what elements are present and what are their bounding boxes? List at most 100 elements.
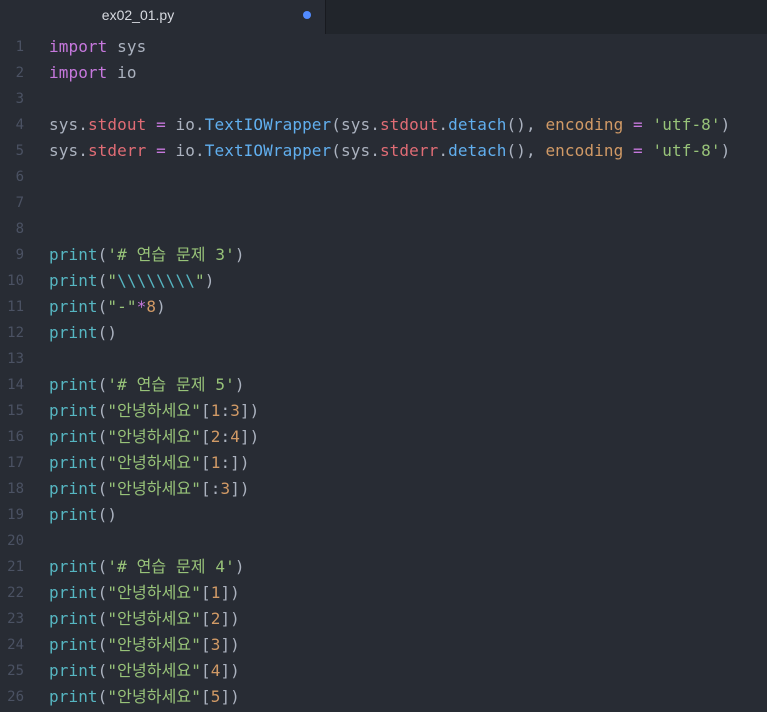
code-token: "안녕하세요": [107, 661, 201, 680]
code-token: [: [200, 661, 211, 680]
code-token: (),: [506, 115, 546, 134]
code-token: encoding: [545, 115, 624, 134]
code-editor[interactable]: 1 import sys 2 import io 3 4 sys.stdout = io.T…: [0, 34, 767, 712]
code-text: print("-"*8): [49, 294, 166, 320]
code-token: (: [97, 635, 108, 654]
code-line[interactable]: 9 print('# 연습 문제 3'): [0, 242, 767, 268]
line-number: 6: [15, 169, 24, 185]
code-text: print('# 연습 문제 4'): [49, 554, 245, 580]
code-token: [: [200, 583, 211, 602]
code-token: 1: [210, 401, 221, 420]
code-text: import sys: [49, 34, 146, 60]
code-line[interactable]: 17 print("안녕하세요"[1:]): [0, 450, 767, 476]
tab-ex02-01[interactable]: ex02_01.py: [0, 0, 326, 34]
code-token: "-": [107, 297, 137, 316]
code-token: (: [97, 687, 108, 706]
code-token: '# 연습 문제 5': [107, 375, 235, 394]
code-line[interactable]: 7: [0, 190, 767, 216]
code-token: print: [49, 635, 98, 654]
code-text: print("안녕하세요"[2:4]): [49, 424, 259, 450]
code-token: "안녕하세요": [107, 583, 201, 602]
code-text: print("안녕하세요"[:3]): [49, 476, 250, 502]
code-token: print: [49, 375, 98, 394]
line-number: 24: [7, 637, 24, 653]
editor-window: ex02_01.py 1 import sys 2 import io 3 4 sys.st…: [0, 0, 767, 712]
unsaved-indicator-icon[interactable]: [303, 11, 311, 19]
code-token: (: [97, 479, 108, 498]
line-number: 23: [7, 611, 24, 627]
code-line[interactable]: 20: [0, 528, 767, 554]
code-token: 2: [210, 609, 221, 628]
code-line[interactable]: 13: [0, 346, 767, 372]
code-token: TextIOWrapper: [204, 141, 332, 160]
code-token: print: [49, 609, 98, 628]
code-token: (: [97, 245, 108, 264]
code-line[interactable]: 18 print("안녕하세요"[:3]): [0, 476, 767, 502]
code-token: =: [156, 115, 166, 134]
code-token: print: [49, 583, 98, 602]
code-token: ]): [220, 583, 240, 602]
line-number: 3: [15, 91, 24, 107]
code-line[interactable]: 23 print("안녕하세요"[2]): [0, 606, 767, 632]
code-line[interactable]: 14 print('# 연습 문제 5'): [0, 372, 767, 398]
code-line[interactable]: 12 print(): [0, 320, 767, 346]
code-line[interactable]: 22 print("안녕하세요"[1]): [0, 580, 767, 606]
code-token: =: [156, 141, 166, 160]
code-line[interactable]: 24 print("안녕하세요"[3]): [0, 632, 767, 658]
line-number: 19: [7, 507, 24, 523]
code-token: '# 연습 문제 4': [107, 557, 235, 576]
line-number: 8: [15, 221, 24, 237]
code-line[interactable]: 15 print("안녕하세요"[1:3]): [0, 398, 767, 424]
code-line[interactable]: 2 import io: [0, 60, 767, 86]
code-token: (: [97, 375, 108, 394]
code-line[interactable]: 16 print("안녕하세요"[2:4]): [0, 424, 767, 450]
line-number: 4: [15, 117, 24, 133]
code-token: [:: [200, 479, 221, 498]
code-token: (: [97, 557, 108, 576]
code-line[interactable]: 3: [0, 86, 767, 112]
code-token: (: [97, 271, 108, 290]
code-token: io.: [165, 115, 205, 134]
code-line[interactable]: 1 import sys: [0, 34, 767, 60]
code-token: *: [136, 297, 147, 316]
code-line[interactable]: 26 print("안녕하세요"[5]): [0, 684, 767, 710]
code-token: print: [49, 245, 98, 264]
code-token: ): [234, 245, 245, 264]
code-token: ]): [220, 635, 240, 654]
code-line[interactable]: 6: [0, 164, 767, 190]
code-text: sys.stderr = io.TextIOWrapper(sys.stderr…: [49, 138, 730, 164]
code-text: print(): [49, 502, 117, 528]
code-line[interactable]: 4 sys.stdout = io.TextIOWrapper(sys.stdou…: [0, 112, 767, 138]
code-line[interactable]: 10 print("\\\\\\\\"): [0, 268, 767, 294]
code-line[interactable]: 25 print("안녕하세요"[4]): [0, 658, 767, 684]
code-token: "안녕하세요": [107, 427, 201, 446]
code-token: =: [633, 141, 643, 160]
line-number: 13: [7, 351, 24, 367]
code-token: .: [438, 141, 449, 160]
code-token: ): [204, 271, 215, 290]
code-line[interactable]: 21 print('# 연습 문제 4'): [0, 554, 767, 580]
code-token: print: [49, 271, 98, 290]
code-text: print('# 연습 문제 5'): [49, 372, 245, 398]
code-line[interactable]: 5 sys.stderr = io.TextIOWrapper(sys.stder…: [0, 138, 767, 164]
tab-title: ex02_01.py: [101, 7, 175, 23]
code-token: :]): [220, 453, 250, 472]
code-token: print: [49, 687, 98, 706]
code-line[interactable]: 11 print("-"*8): [0, 294, 767, 320]
code-token: (: [97, 609, 108, 628]
code-token: (: [97, 661, 108, 680]
code-token: ]): [239, 401, 260, 420]
line-number: 20: [7, 533, 24, 549]
code-token: 3: [220, 479, 231, 498]
line-number: 21: [7, 559, 24, 575]
code-token: ]): [220, 687, 240, 706]
code-text: print("안녕하세요"[5]): [49, 684, 240, 710]
code-token: (),: [506, 141, 546, 160]
code-token: print: [49, 661, 98, 680]
line-number: 7: [15, 195, 24, 211]
code-token: stdout: [379, 115, 439, 134]
code-line[interactable]: 19 print(): [0, 502, 767, 528]
code-line[interactable]: 8: [0, 216, 767, 242]
code-token: :: [220, 401, 231, 420]
code-token: 3: [230, 401, 240, 420]
